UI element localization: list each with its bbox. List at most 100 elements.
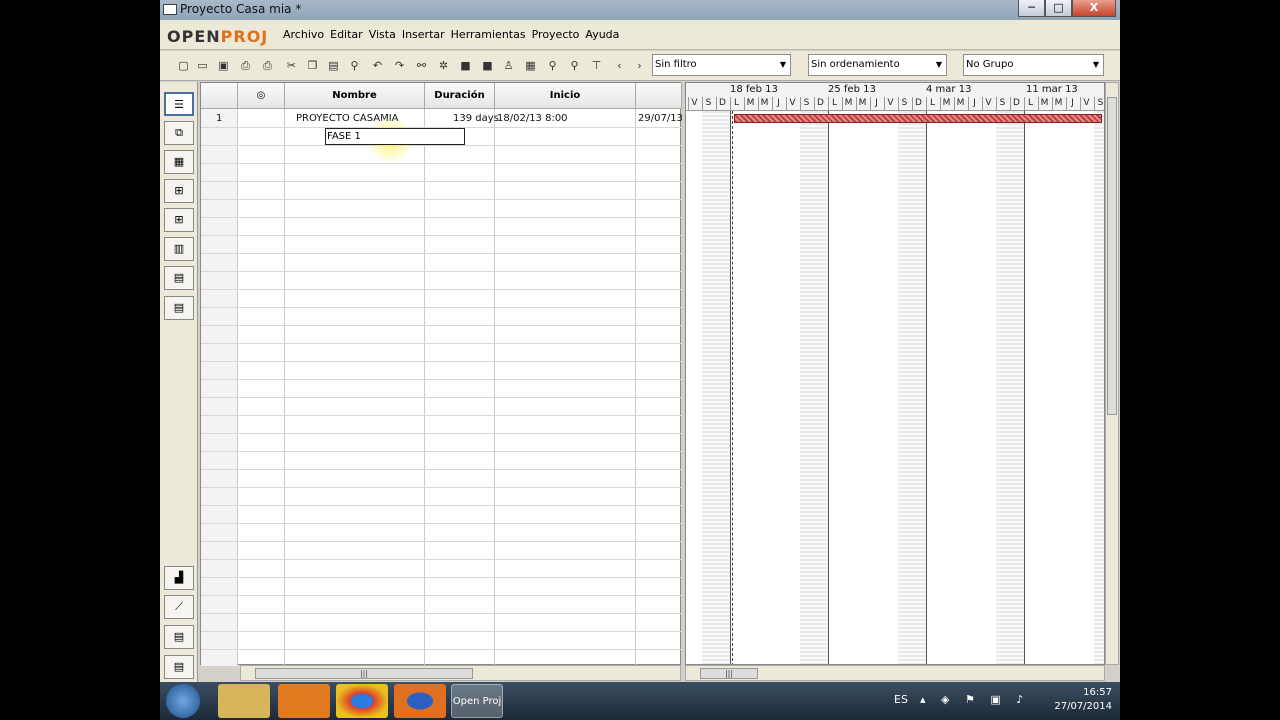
tray-icons[interactable]: ▴ ◈ ⚑ ▣ ♪ xyxy=(920,693,1029,706)
row-line xyxy=(201,325,682,326)
row-line xyxy=(201,469,682,470)
day-label: S xyxy=(1094,97,1104,110)
task-duration-cell[interactable]: 139 days xyxy=(453,110,499,127)
copy-icon[interactable]: ❐ xyxy=(305,58,320,73)
group-select[interactable]: No Grupo ▼ xyxy=(963,54,1104,76)
day-label: L xyxy=(828,97,840,110)
close-button[interactable]: X xyxy=(1072,0,1116,17)
scrollbar-thumb[interactable]: ||| xyxy=(255,668,473,679)
scrollbar-thumb[interactable] xyxy=(1107,97,1117,415)
maximize-button[interactable]: □ xyxy=(1045,0,1072,17)
zoom-out-icon[interactable]: ⚲ xyxy=(567,58,582,73)
open-icon[interactable]: ▭ xyxy=(195,58,210,73)
find-icon[interactable]: ⚲ xyxy=(347,58,362,73)
task-start-cell[interactable]: 18/02/13 8:00 xyxy=(497,110,568,127)
project-view-icon[interactable]: ▥ xyxy=(164,237,194,261)
charts-view-icon[interactable]: ⟋ xyxy=(164,595,194,619)
firefox-icon[interactable] xyxy=(394,684,446,718)
task-info-icon[interactable]: ■ xyxy=(458,58,473,73)
filter-select[interactable]: Sin filtro ▼ xyxy=(652,54,791,76)
zoom-in-icon[interactable]: ⚲ xyxy=(545,58,560,73)
view-sidebar: ☰ ⧉ ▦ ⊞ ⊞ ▥ ▤ ▤ ▟ ⟋ ▤ ▤ xyxy=(160,82,198,682)
col-header-indicators[interactable]: ◎ xyxy=(238,83,285,109)
save-icon[interactable]: ▣ xyxy=(216,58,231,73)
histogram-view-icon[interactable]: ▟ xyxy=(164,566,194,590)
weekend-shading xyxy=(702,111,730,664)
menu-vista[interactable]: Vista xyxy=(366,28,399,41)
network-view-icon[interactable]: ⧉ xyxy=(164,121,194,145)
link-icon[interactable]: ⚯ xyxy=(414,58,429,73)
menu-editar[interactable]: Editar xyxy=(327,28,366,41)
language-indicator[interactable]: ES xyxy=(894,693,908,706)
rbs-view-icon[interactable]: ⊞ xyxy=(164,208,194,232)
redo-icon[interactable]: ↷ xyxy=(392,58,407,73)
window-title: Proyecto Casa mia * xyxy=(180,2,302,16)
window-controls: ─ □ X xyxy=(1018,0,1116,18)
week-gridline xyxy=(1024,111,1025,664)
undo-icon[interactable]: ↶ xyxy=(370,58,385,73)
openproj-taskbar-button[interactable]: Open Proj xyxy=(451,684,503,718)
col-header-name[interactable]: Nombre xyxy=(285,83,425,109)
chrome-icon[interactable] xyxy=(336,684,388,718)
filter-icon[interactable]: ⊤ xyxy=(589,58,604,73)
day-label: V xyxy=(884,97,896,110)
wbs-view-icon[interactable]: ⊞ xyxy=(164,179,194,203)
week-label: 11 mar 13 xyxy=(1026,84,1078,95)
task-finish-cell[interactable]: 29/07/13 xyxy=(638,110,683,127)
day-label: M xyxy=(954,97,966,110)
print-preview-icon[interactable]: ⎙ xyxy=(260,58,275,73)
col-header-start[interactable]: Inicio xyxy=(495,83,636,109)
cut-icon[interactable]: ✂ xyxy=(284,58,299,73)
day-label: M xyxy=(1052,97,1064,110)
clock-date: 27/07/2014 xyxy=(1054,701,1112,712)
chevron-down-icon: ▼ xyxy=(1092,60,1099,69)
start-button[interactable] xyxy=(166,684,200,718)
indicators-column xyxy=(238,109,285,666)
scroll-right-icon[interactable]: › xyxy=(632,58,647,73)
file-explorer-icon[interactable] xyxy=(218,684,270,718)
menu-insertar[interactable]: Insertar xyxy=(399,28,448,41)
project-start-line xyxy=(732,111,733,664)
task-usage-detail-icon[interactable]: ▤ xyxy=(164,625,194,649)
menu-archivo[interactable]: Archivo xyxy=(280,28,327,41)
col-header-duration[interactable]: Duración xyxy=(425,83,495,109)
gantt-horizontal-scrollbar[interactable]: ||| xyxy=(685,665,1105,681)
menu-ayuda[interactable]: Ayuda xyxy=(582,28,622,41)
sort-select[interactable]: Sin ordenamiento ▼ xyxy=(808,54,947,76)
day-label: M xyxy=(1038,97,1050,110)
resource-usage-detail-icon[interactable]: ▤ xyxy=(164,655,194,679)
notes-icon[interactable]: ■ xyxy=(480,58,495,73)
menu-herramientas[interactable]: Herramientas xyxy=(448,28,529,41)
weekend-shading xyxy=(898,111,926,664)
gantt-vertical-scrollbar[interactable] xyxy=(1105,82,1119,665)
new-icon[interactable]: ▢ xyxy=(176,58,191,73)
resource-usage-view-icon[interactable]: ▤ xyxy=(164,296,194,320)
clock[interactable]: 16:57 27/07/2014 xyxy=(1054,686,1112,714)
task-usage-view-icon[interactable]: ▤ xyxy=(164,266,194,290)
paste-icon[interactable]: ▤ xyxy=(326,58,341,73)
row-line xyxy=(201,361,682,362)
resources-view-icon[interactable]: ▦ xyxy=(164,150,194,174)
duration-column xyxy=(425,109,495,666)
day-label: V xyxy=(688,97,700,110)
unlink-icon[interactable]: ✲ xyxy=(436,58,451,73)
day-label: S xyxy=(702,97,714,110)
main-menu: Archivo Editar Vista Insertar Herramient… xyxy=(280,28,622,41)
table-icon[interactable]: ▦ xyxy=(523,58,538,73)
print-icon[interactable]: ⎙ xyxy=(238,58,253,73)
row-line xyxy=(201,505,682,506)
scrollbar-thumb[interactable]: ||| xyxy=(700,668,758,679)
resource-icon[interactable]: ♙ xyxy=(501,58,516,73)
col-header-finish[interactable] xyxy=(636,83,682,109)
weekend-shading xyxy=(800,111,828,664)
day-label: M xyxy=(940,97,952,110)
minimize-button[interactable]: ─ xyxy=(1018,0,1045,17)
media-player-icon[interactable] xyxy=(278,684,330,718)
scroll-left-icon[interactable]: ‹ xyxy=(612,58,627,73)
gantt-bar-proyecto-casamia[interactable] xyxy=(734,114,1102,123)
gantt-view-icon[interactable]: ☰ xyxy=(164,92,194,116)
table-horizontal-scrollbar[interactable]: ||| xyxy=(240,665,681,681)
day-label: J xyxy=(968,97,980,110)
task-name-edit-field[interactable]: FASE 1 xyxy=(325,128,465,145)
menu-proyecto[interactable]: Proyecto xyxy=(529,28,583,41)
